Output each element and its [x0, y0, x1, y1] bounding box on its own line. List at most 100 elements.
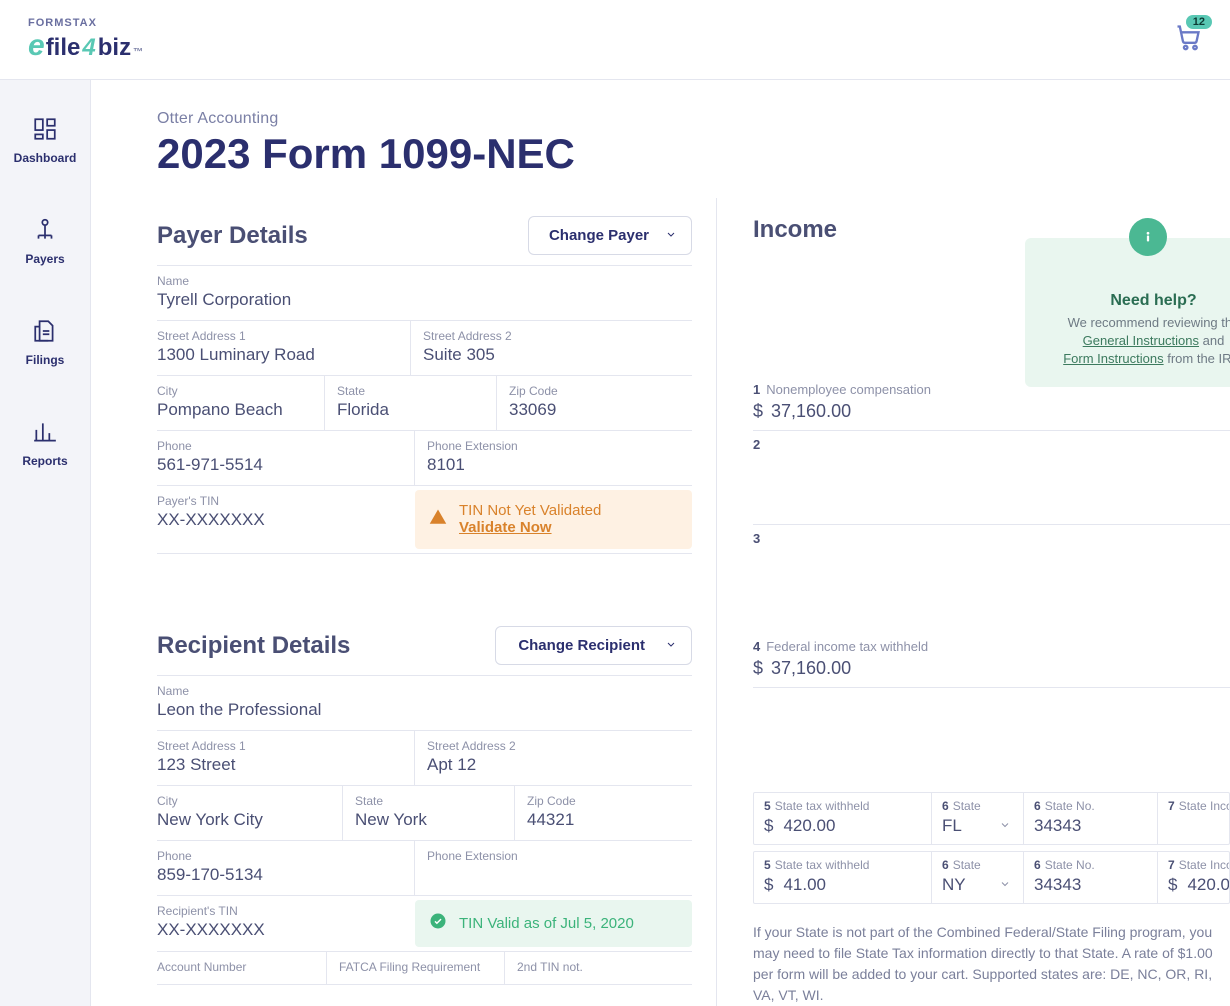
payer-name-field: Name Tyrell Corporation	[157, 266, 692, 320]
reports-icon	[32, 419, 58, 454]
company-name: Otter Accounting	[157, 110, 1230, 128]
field-label: Street Address 2	[423, 329, 682, 343]
page-title: 2023 Form 1099-NEC	[157, 130, 1230, 178]
income-box-4[interactable]: 4Federal income tax withheld $37,160.00	[753, 633, 1230, 688]
field-label: Street Address 1	[157, 329, 400, 343]
dashboard-icon	[32, 116, 58, 151]
change-payer-label: Change Payer	[549, 227, 649, 244]
validate-now-link[interactable]: Validate Now	[459, 519, 552, 536]
info-icon	[1129, 218, 1167, 256]
field-value: New York	[355, 810, 504, 830]
recipient-phone-field: Phone 859-170-5134	[157, 841, 415, 895]
state-income-field[interactable]: 7State Income	[1158, 793, 1229, 844]
recipient-zip-field: Zip Code 44321	[515, 786, 692, 840]
sidebar-item-payers[interactable]: Payers	[0, 205, 90, 278]
chevron-down-icon	[999, 816, 1011, 836]
payer-phone-ext-field: Phone Extension 8101	[415, 431, 692, 485]
income-column: Income Need help? We recommend reviewing…	[716, 198, 1230, 1006]
state-select-field[interactable]: 6State FL	[932, 793, 1024, 844]
logo[interactable]: FORMSTAX efile4biz™	[28, 17, 143, 63]
sidebar-item-label: Dashboard	[14, 151, 77, 165]
field-label: State	[337, 384, 486, 398]
check-circle-icon	[429, 912, 447, 935]
payer-phone-field: Phone 561-971-5514	[157, 431, 415, 485]
payer-section-head: Payer Details Change Payer	[157, 198, 692, 266]
recipient-address2-field: Street Address 2 Apt 12	[415, 731, 692, 785]
payer-address2-field: Street Address 2 Suite 305	[411, 321, 692, 375]
state-tax-withheld-field[interactable]: 5State tax withheld $41.00	[754, 852, 932, 903]
income-box-3[interactable]: 3	[753, 525, 1230, 619]
field-value: 1300 Luminary Road	[157, 345, 400, 365]
state-tax-withheld-field[interactable]: 5State tax withheld $420.00	[754, 793, 932, 844]
field-label: State	[355, 794, 504, 808]
recipient-details: Name Leon the Professional Street Addres…	[157, 676, 692, 985]
details-column: Payer Details Change Payer Name Tyrell C…	[91, 198, 716, 1006]
tin-warning-text: TIN Not Yet Validated	[459, 502, 601, 519]
field-label: Payer's TIN	[157, 494, 405, 508]
payer-details: Name Tyrell Corporation Street Address 1…	[157, 266, 692, 554]
chevron-down-icon	[665, 227, 677, 244]
sidebar-item-reports[interactable]: Reports	[0, 407, 90, 480]
field-value: 123 Street	[157, 755, 404, 775]
chevron-down-icon	[665, 637, 677, 654]
field-label: Account Number	[157, 960, 316, 974]
payer-state-field: State Florida	[325, 376, 497, 430]
tin-warning-box: TIN Not Yet Validated Validate Now	[415, 490, 692, 549]
topbar: FORMSTAX efile4biz™ 12	[0, 0, 1230, 80]
field-value: XX-XXXXXXX	[157, 920, 405, 940]
page-header: Otter Accounting 2023 Form 1099-NEC	[91, 110, 1230, 198]
layout: Dashboard Payers Filings Reports Otter A…	[0, 80, 1230, 1006]
field-value: Tyrell Corporation	[157, 290, 682, 310]
field-label: Phone	[157, 849, 404, 863]
help-panel: Need help? We recommend reviewing the Ge…	[1025, 238, 1230, 387]
change-payer-button[interactable]: Change Payer	[528, 216, 692, 255]
fatca-field: FATCA Filing Requirement	[327, 952, 505, 984]
help-text: We recommend reviewing the General Instr…	[1043, 314, 1230, 369]
form-instructions-link[interactable]: Form Instructions	[1063, 351, 1163, 366]
cart-badge: 12	[1186, 15, 1212, 29]
field-value: Leon the Professional	[157, 700, 682, 720]
field-label: Phone	[157, 439, 404, 453]
sidebar-item-label: Filings	[26, 353, 65, 367]
filings-icon	[32, 318, 58, 353]
field-value: 8101	[427, 455, 682, 475]
sidebar-item-label: Payers	[25, 252, 64, 266]
sidebar-item-dashboard[interactable]: Dashboard	[0, 104, 90, 177]
field-label: Name	[157, 684, 682, 698]
state-no-field[interactable]: 6State No. 34343	[1024, 793, 1158, 844]
payer-city-field: City Pompano Beach	[157, 376, 325, 430]
state-row: 5State tax withheld $41.00 6State NY 6St…	[753, 851, 1230, 904]
account-number-field: Account Number	[157, 952, 327, 984]
field-label: FATCA Filing Requirement	[339, 960, 494, 974]
income-box-2[interactable]: 2	[753, 431, 1230, 525]
payer-tin-field: Payer's TIN XX-XXXXXXX	[157, 486, 415, 553]
general-instructions-link[interactable]: General Instructions	[1083, 333, 1199, 348]
state-rows: 5State tax withheld $420.00 6State FL 6S…	[753, 792, 1230, 904]
state-income-field[interactable]: 7State Income $420.0	[1158, 852, 1229, 903]
payer-zip-field: Zip Code 33069	[497, 376, 692, 430]
field-value: XX-XXXXXXX	[157, 510, 405, 530]
income-box-1-value: 37,160.00	[771, 401, 851, 421]
sidebar-item-filings[interactable]: Filings	[0, 306, 90, 379]
recipient-name-field: Name Leon the Professional	[157, 676, 692, 730]
field-label: Name	[157, 274, 682, 288]
field-label: Phone Extension	[427, 849, 682, 863]
tin-valid-box: TIN Valid as of Jul 5, 2020	[415, 900, 692, 947]
field-label: Street Address 1	[157, 739, 404, 753]
logo-top-text: FORMSTAX	[28, 17, 143, 29]
state-select-field[interactable]: 6State NY	[932, 852, 1024, 903]
field-value: 33069	[509, 400, 682, 420]
field-value: Apt 12	[427, 755, 682, 775]
cart-button[interactable]: 12	[1174, 23, 1202, 56]
payer-address1-field: Street Address 1 1300 Luminary Road	[157, 321, 411, 375]
change-recipient-button[interactable]: Change Recipient	[495, 626, 692, 665]
chevron-down-icon	[999, 875, 1011, 895]
change-recipient-label: Change Recipient	[518, 637, 645, 654]
payers-icon	[32, 217, 58, 252]
field-label: City	[157, 794, 332, 808]
state-no-field[interactable]: 6State No. 34343	[1024, 852, 1158, 903]
second-tin-field: 2nd TIN not.	[505, 952, 692, 984]
sidebar-item-label: Reports	[22, 454, 67, 468]
warning-icon	[429, 508, 447, 531]
field-value: Suite 305	[423, 345, 682, 365]
